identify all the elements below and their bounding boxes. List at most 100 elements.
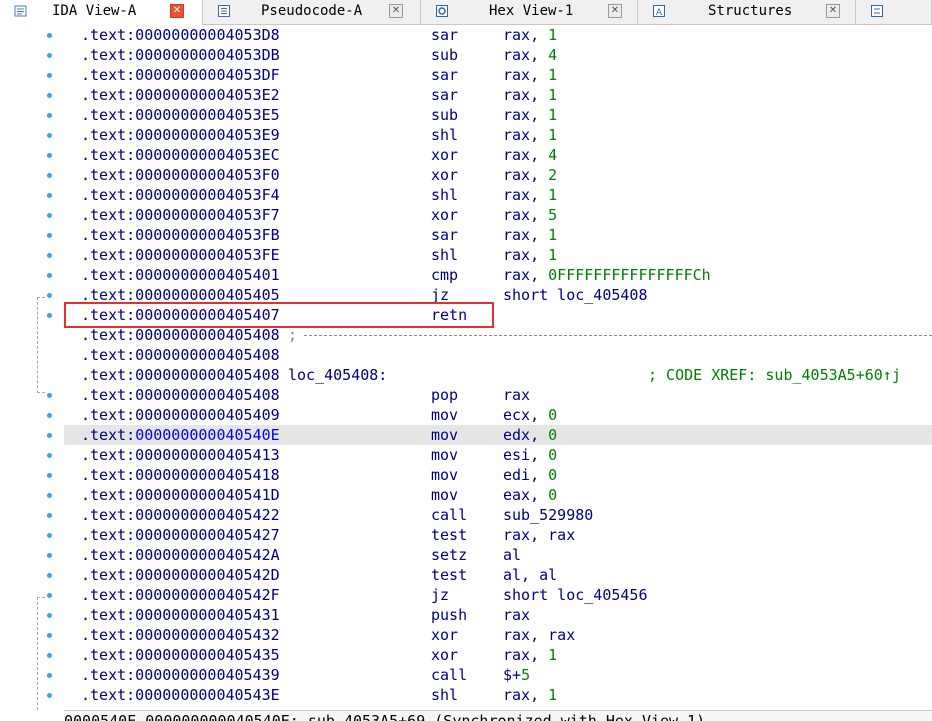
operands[interactable]: rax bbox=[503, 385, 530, 405]
breakpoint-dot[interactable] bbox=[47, 493, 52, 498]
disassembly-listing[interactable]: .text:00000000004053D8 sar rax, 1 .text:000… bbox=[64, 25, 932, 710]
listing-row[interactable]: .text:0000000000405408 pop rax bbox=[64, 385, 932, 405]
listing-row[interactable]: .text:0000000000405413 mov esi, 0 bbox=[64, 445, 932, 465]
operands[interactable]: ecx, 0 bbox=[503, 405, 557, 425]
breakpoint-dot[interactable] bbox=[47, 153, 52, 158]
breakpoint-dot[interactable] bbox=[47, 613, 52, 618]
breakpoint-dot[interactable] bbox=[47, 653, 52, 658]
close-icon[interactable]: ✕ bbox=[389, 4, 403, 18]
operands[interactable]: rax, 1 bbox=[503, 645, 557, 665]
listing-row[interactable]: .text:0000000000405439 call $+5 bbox=[64, 665, 932, 685]
breakpoint-dot[interactable] bbox=[47, 233, 52, 238]
operands[interactable]: rax, 1 bbox=[503, 245, 557, 265]
listing-row[interactable]: .text:0000000000405432 xor rax, rax bbox=[64, 625, 932, 645]
breakpoint-dot[interactable] bbox=[47, 553, 52, 558]
operands[interactable]: rax, 4 bbox=[503, 45, 557, 65]
listing-row[interactable]: .text:00000000004053DB sub rax, 4 bbox=[64, 45, 932, 65]
operands[interactable]: rax, 1 bbox=[503, 125, 557, 145]
tab-hex-view-1[interactable]: Hex View-1 ✕ bbox=[421, 0, 638, 24]
listing-row[interactable]: .text:0000000000405435 xor rax, 1 bbox=[64, 645, 932, 665]
operands[interactable]: rax, 1 bbox=[503, 225, 557, 245]
breakpoint-dot[interactable] bbox=[47, 473, 52, 478]
listing-row[interactable]: .text:00000000004053E5 sub rax, 1 bbox=[64, 105, 932, 125]
close-icon[interactable]: ✕ bbox=[826, 4, 840, 18]
tab-pseudocode-a[interactable]: Pseudocode-A ✕ bbox=[203, 0, 421, 24]
listing-row[interactable]: .text:000000000040541D mov eax, 0 bbox=[64, 485, 932, 505]
operands[interactable]: rax, 1 bbox=[503, 685, 557, 705]
breakpoint-dot[interactable] bbox=[47, 673, 52, 678]
operands[interactable]: rax, 5 bbox=[503, 205, 557, 225]
operands[interactable]: al, al bbox=[503, 565, 557, 585]
tab-ida-view-a[interactable]: IDA View-A ✕ bbox=[0, 0, 203, 25]
listing-row[interactable]: .text:0000000000405401 cmp rax, 0FFFFFFFFF… bbox=[64, 265, 932, 285]
breakpoint-dot[interactable] bbox=[47, 513, 52, 518]
breakpoint-dot[interactable] bbox=[47, 173, 52, 178]
operands[interactable]: rax bbox=[503, 605, 530, 625]
breakpoint-dot[interactable] bbox=[47, 213, 52, 218]
breakpoint-dot[interactable] bbox=[47, 53, 52, 58]
breakpoint-dot[interactable] bbox=[47, 633, 52, 638]
listing-row[interactable]: .text:0000000000405418 mov edi, 0 bbox=[64, 465, 932, 485]
code-label[interactable]: loc_405408: bbox=[288, 365, 387, 385]
listing-row[interactable]: .text:00000000004053DF sar rax, 1 bbox=[64, 65, 932, 85]
breakpoint-dot[interactable] bbox=[47, 73, 52, 78]
listing-row[interactable]: .text:0000000000405422 call sub_529980 bbox=[64, 505, 932, 525]
listing-row[interactable]: .text:000000000040542D test al, al bbox=[64, 565, 932, 585]
operands[interactable]: rax, 1 bbox=[503, 85, 557, 105]
operands[interactable]: rax, 1 bbox=[503, 25, 557, 45]
listing-row[interactable]: .text:00000000004053F4 shl rax, 1 bbox=[64, 185, 932, 205]
listing-row[interactable]: .text:00000000004053FB sar rax, 1 bbox=[64, 225, 932, 245]
close-icon[interactable]: ✕ bbox=[170, 4, 184, 18]
listing-row[interactable]: .text:0000000000405408 loc_405408: ; CODE … bbox=[64, 365, 932, 385]
operands[interactable]: rax, rax bbox=[503, 525, 575, 545]
operands[interactable]: short loc_405456 bbox=[503, 585, 648, 605]
listing-row[interactable]: .text:000000000040540E mov edx, 0 bbox=[64, 425, 932, 445]
listing-row[interactable]: .text:0000000000405431 push rax bbox=[64, 605, 932, 625]
breakpoint-dot[interactable] bbox=[47, 533, 52, 538]
tab-structures[interactable]: A Structures ✕ bbox=[638, 0, 856, 24]
breakpoint-dot[interactable] bbox=[47, 313, 52, 318]
operands[interactable]: al bbox=[503, 545, 521, 565]
tab-enums[interactable] bbox=[856, 0, 932, 24]
operands[interactable]: rax, 1 bbox=[503, 65, 557, 85]
listing-row[interactable]: .text:00000000004053F7 xor rax, 5 bbox=[64, 205, 932, 225]
breakpoint-dot[interactable] bbox=[47, 453, 52, 458]
breakpoint-dot[interactable] bbox=[47, 113, 52, 118]
listing-row[interactable]: .text:000000000040542F jz short loc_405456 bbox=[64, 585, 932, 605]
listing-row[interactable]: .text:0000000000405408; bbox=[64, 325, 932, 345]
breakpoint-dot[interactable] bbox=[47, 253, 52, 258]
breakpoint-dot[interactable] bbox=[47, 293, 52, 298]
listing-row[interactable]: .text:00000000004053F0 xor rax, 2 bbox=[64, 165, 932, 185]
operands[interactable]: edi, 0 bbox=[503, 465, 557, 485]
operands[interactable]: esi, 0 bbox=[503, 445, 557, 465]
breakpoint-dot[interactable] bbox=[47, 573, 52, 578]
listing-row[interactable]: .text:0000000000405427 test rax, rax bbox=[64, 525, 932, 545]
listing-row[interactable]: .text:00000000004053FE shl rax, 1 bbox=[64, 245, 932, 265]
listing-row[interactable]: .text:00000000004053E2 sar rax, 1 bbox=[64, 85, 932, 105]
operands[interactable]: rax, 1 bbox=[503, 105, 557, 125]
listing-row[interactable]: .text:0000000000405409 mov ecx, 0 bbox=[64, 405, 932, 425]
listing-row[interactable]: .text:000000000040543E shl rax, 1 bbox=[64, 685, 932, 705]
breakpoint-dot[interactable] bbox=[47, 133, 52, 138]
operands[interactable]: rax, rax bbox=[503, 625, 575, 645]
operands[interactable]: rax, 4 bbox=[503, 145, 557, 165]
breakpoint-dot[interactable] bbox=[47, 33, 52, 38]
operands[interactable]: eax, 0 bbox=[503, 485, 557, 505]
breakpoint-dot[interactable] bbox=[47, 593, 52, 598]
breakpoint-dot[interactable] bbox=[47, 393, 52, 398]
operands[interactable]: rax, 0FFFFFFFFFFFFFFFCh bbox=[503, 265, 711, 285]
breakpoint-dot[interactable] bbox=[47, 193, 52, 198]
listing-row[interactable]: .text:000000000040542A setz al bbox=[64, 545, 932, 565]
breakpoint-dot[interactable] bbox=[47, 433, 52, 438]
listing-row[interactable]: .text:00000000004053D8 sar rax, 1 bbox=[64, 25, 932, 45]
listing-row[interactable]: .text:0000000000405408 bbox=[64, 345, 932, 365]
breakpoint-dot[interactable] bbox=[47, 413, 52, 418]
code-xref-comment[interactable]: ; CODE XREF: sub_4053A5+60↑j bbox=[648, 365, 901, 385]
operands[interactable]: rax, 2 bbox=[503, 165, 557, 185]
operands[interactable]: edx, 0 bbox=[503, 425, 557, 445]
operands[interactable]: sub_529980 bbox=[503, 505, 593, 525]
operands[interactable]: short loc_405408 bbox=[503, 285, 648, 305]
listing-row[interactable]: .text:00000000004053E9 shl rax, 1 bbox=[64, 125, 932, 145]
listing-row[interactable]: .text:00000000004053EC xor rax, 4 bbox=[64, 145, 932, 165]
breakpoint-dot[interactable] bbox=[47, 693, 52, 698]
